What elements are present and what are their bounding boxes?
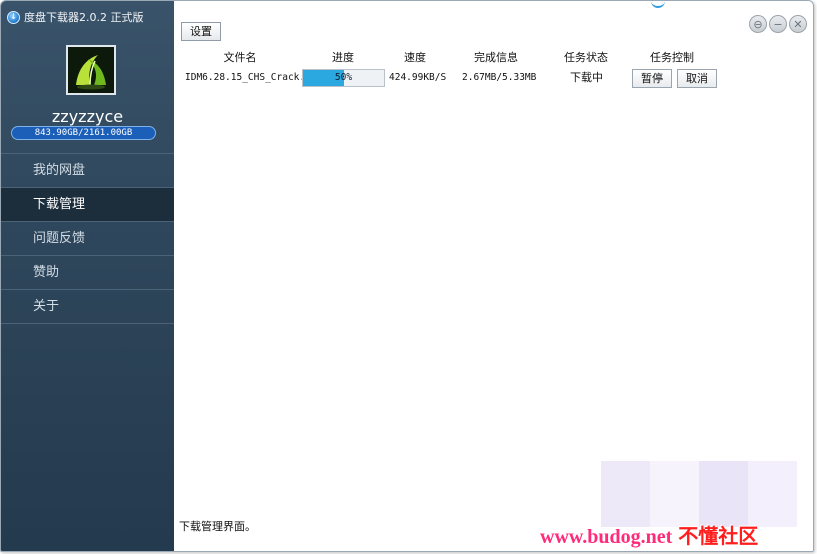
app-title: 度盘下载器2.0.2 正式版	[24, 11, 144, 24]
pixelated-area	[601, 461, 797, 527]
sidebar-item-my-disk[interactable]: 我的网盘	[1, 154, 174, 188]
restore-icon[interactable]: ⊖	[749, 15, 767, 33]
cancel-button[interactable]: 取消	[677, 69, 717, 88]
sidebar-item-about[interactable]: 关于	[1, 290, 174, 324]
sidebar-nav: 我的网盘 下载管理 问题反馈 赞助 关于	[1, 153, 174, 324]
top-accent-decoration	[651, 1, 665, 8]
row-filename: IDM6.28.15_CHS_Crack.e	[185, 72, 311, 83]
table-header: 文件名 进度 速度 完成信息 任务状态 任务控制	[174, 49, 813, 65]
pause-button[interactable]: 暂停	[632, 69, 672, 88]
row-status: 下载中	[570, 71, 603, 84]
column-header-filename: 文件名	[223, 51, 257, 64]
column-header-control: 任务控制	[650, 51, 694, 64]
sidebar-item-download-manager[interactable]: 下载管理	[1, 188, 174, 222]
avatar[interactable]	[66, 45, 116, 95]
column-header-progress: 进度	[332, 51, 354, 64]
settings-button[interactable]: 设置	[181, 22, 221, 41]
window-controls: ⊖ − ✕	[749, 15, 807, 33]
username: zzyzzyce	[51, 107, 124, 126]
watermark: www.budog.net 不懂社区	[540, 520, 758, 549]
progress-text: 50%	[334, 72, 353, 83]
row-speed: 424.99KB/S	[389, 72, 447, 83]
row-progress-bar: 50%	[302, 69, 385, 87]
watermark-url: www.budog.net	[540, 526, 673, 548]
app-logo-icon: ↓	[7, 10, 20, 24]
column-header-completed: 完成信息	[474, 51, 518, 64]
row-completed: 2.67MB/5.33MB	[462, 72, 537, 83]
app-title-bar: ↓ 度盘下载器2.0.2 正式版	[7, 9, 144, 25]
sidebar: ↓ 度盘下载器2.0.2 正式版 zzyzzyce 843.90GB/2161.…	[1, 1, 174, 551]
minimize-icon[interactable]: −	[769, 15, 787, 33]
watermark-cn: 不懂社区	[678, 526, 759, 548]
app-window: ↓ 度盘下载器2.0.2 正式版 zzyzzyce 843.90GB/2161.…	[0, 0, 814, 552]
avatar-image	[68, 47, 114, 93]
quota-badge: 843.90GB/2161.00GB	[11, 126, 156, 140]
table-row[interactable]: IDM6.28.15_CHS_Crack.e 50% 424.99KB/S 2.…	[174, 68, 813, 90]
column-header-status: 任务状态	[564, 51, 608, 64]
status-bar-text: 下载管理界面。	[179, 520, 256, 533]
sidebar-item-sponsor[interactable]: 赞助	[1, 256, 174, 290]
sidebar-item-feedback[interactable]: 问题反馈	[1, 222, 174, 256]
column-header-speed: 速度	[404, 51, 426, 64]
close-icon[interactable]: ✕	[789, 15, 807, 33]
